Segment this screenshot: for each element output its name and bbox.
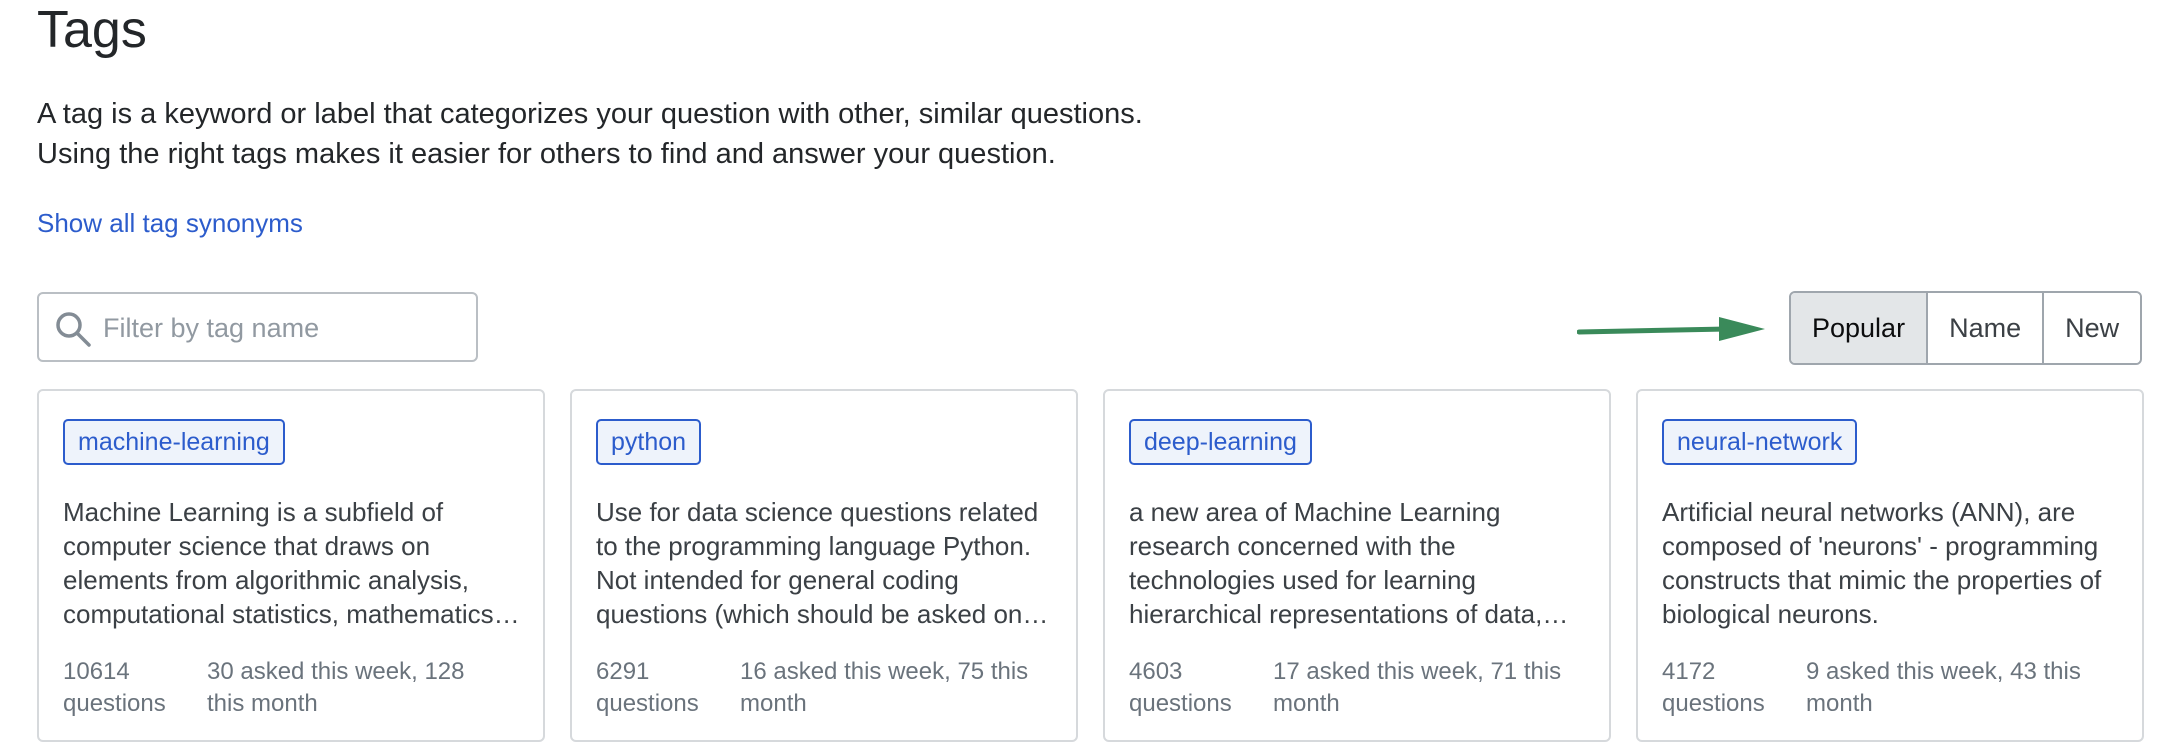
sort-new-button[interactable]: New (2044, 293, 2141, 363)
tag-badge[interactable]: machine-learning (63, 419, 285, 465)
sort-name-button[interactable]: Name (1928, 293, 2045, 363)
description-line-2: Using the right tags makes it easier for… (37, 138, 1056, 170)
page-description: A tag is a keyword or label that categor… (37, 94, 1143, 174)
tag-badge[interactable]: neural-network (1662, 419, 1858, 465)
tag-card: python Use for data science questions re… (570, 389, 1078, 742)
tag-sort-tabs: Popular Name New (1789, 291, 2143, 365)
tag-excerpt: Artificial neural networks (ANN), are co… (1662, 497, 2102, 629)
tag-stats: 4603 questions 17 asked this week, 71 th… (1129, 656, 1589, 720)
tag-card: deep-learning a new area of Machine Lear… (1103, 389, 1611, 742)
sort-popular-button[interactable]: Popular (1791, 293, 1929, 363)
question-count: 4603 questions (1129, 658, 1232, 717)
tag-stats: 4172 questions 9 asked this week, 43 thi… (1662, 656, 2122, 720)
question-count: 4172 questions (1662, 658, 1765, 717)
show-tag-synonyms-link[interactable]: Show all tag synonyms (37, 205, 303, 241)
question-count: 6291 questions (596, 658, 699, 717)
tag-stats: 6291 questions 16 asked this week, 75 th… (596, 656, 1056, 720)
tag-stats: 10614 questions 30 asked this week, 128 … (63, 656, 523, 720)
tag-excerpt: Machine Learning is a subfield of comput… (63, 497, 501, 629)
asked-stats: 9 asked this week, 43 this month (1806, 658, 2081, 717)
asked-stats: 30 asked this week, 128 this month (207, 658, 465, 717)
description-line-1: A tag is a keyword or label that categor… (37, 98, 1143, 130)
tag-badge[interactable]: python (596, 419, 702, 465)
question-count: 10614 questions (63, 658, 166, 717)
search-icon (56, 312, 91, 347)
tag-filter-input[interactable] (103, 302, 463, 354)
tag-card: machine-learning Machine Learning is a s… (37, 389, 545, 742)
tag-badge[interactable]: deep-learning (1129, 419, 1312, 465)
tag-filter-box[interactable] (37, 292, 478, 362)
tag-card-grid: machine-learning Machine Learning is a s… (37, 389, 2144, 742)
tag-excerpt: a new area of Machine Learning research … (1129, 497, 1543, 629)
page-title: Tags (37, 1, 147, 59)
asked-stats: 17 asked this week, 71 this month (1273, 658, 1562, 717)
asked-stats: 16 asked this week, 75 this month (740, 658, 1029, 717)
tag-card: neural-network Artificial neural network… (1636, 389, 2144, 742)
tag-excerpt: Use for data science questions related t… (596, 497, 1039, 629)
annotation-arrow-icon (1577, 317, 1765, 341)
